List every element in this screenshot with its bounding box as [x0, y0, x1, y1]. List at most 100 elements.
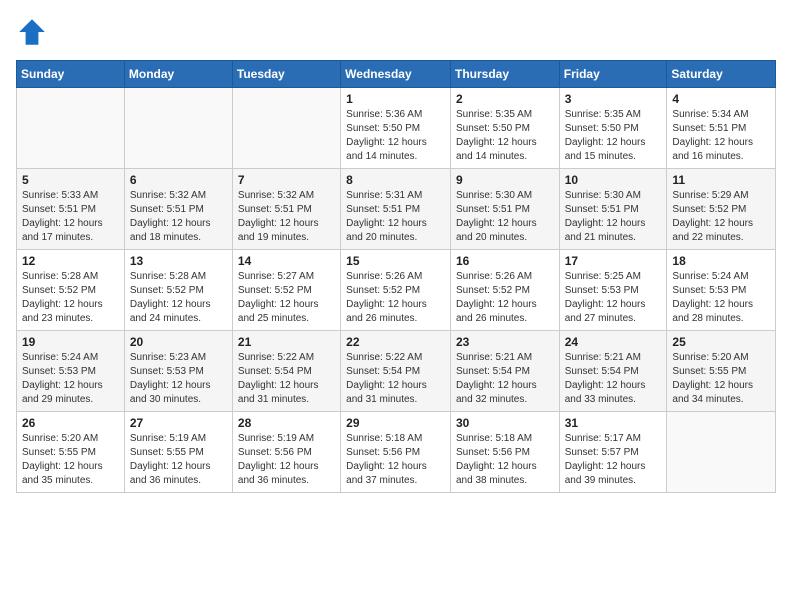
calendar-week-row: 19 Sunrise: 5:24 AM Sunset: 5:53 PM Dayli… — [17, 331, 776, 412]
day-number: 17 — [565, 254, 662, 268]
day-info: Sunrise: 5:20 AM Sunset: 5:55 PM Dayligh… — [22, 432, 119, 488]
day-number: 27 — [130, 416, 227, 430]
calendar-week-row: 12 Sunrise: 5:28 AM Sunset: 5:52 PM Dayli… — [17, 250, 776, 331]
calendar-cell: 24 Sunrise: 5:21 AM Sunset: 5:54 PM Dayli… — [559, 331, 667, 412]
day-number: 2 — [456, 92, 554, 106]
logo-icon — [16, 16, 48, 48]
day-info: Sunrise: 5:18 AM Sunset: 5:56 PM Dayligh… — [456, 432, 554, 488]
day-number: 19 — [22, 335, 119, 349]
day-number: 3 — [565, 92, 662, 106]
day-info: Sunrise: 5:21 AM Sunset: 5:54 PM Dayligh… — [456, 351, 554, 407]
calendar-cell: 30 Sunrise: 5:18 AM Sunset: 5:56 PM Dayli… — [450, 412, 559, 493]
day-number: 22 — [346, 335, 445, 349]
day-number: 29 — [346, 416, 445, 430]
calendar-cell: 17 Sunrise: 5:25 AM Sunset: 5:53 PM Dayli… — [559, 250, 667, 331]
calendar-cell — [124, 88, 232, 169]
calendar-cell: 23 Sunrise: 5:21 AM Sunset: 5:54 PM Dayli… — [450, 331, 559, 412]
calendar-cell: 18 Sunrise: 5:24 AM Sunset: 5:53 PM Dayli… — [667, 250, 776, 331]
day-info: Sunrise: 5:24 AM Sunset: 5:53 PM Dayligh… — [22, 351, 119, 407]
day-number: 8 — [346, 173, 445, 187]
day-number: 13 — [130, 254, 227, 268]
calendar-cell: 9 Sunrise: 5:30 AM Sunset: 5:51 PM Daylig… — [450, 169, 559, 250]
day-number: 1 — [346, 92, 445, 106]
day-info: Sunrise: 5:21 AM Sunset: 5:54 PM Dayligh… — [565, 351, 662, 407]
calendar-cell: 27 Sunrise: 5:19 AM Sunset: 5:55 PM Dayli… — [124, 412, 232, 493]
day-info: Sunrise: 5:26 AM Sunset: 5:52 PM Dayligh… — [346, 270, 445, 326]
day-info: Sunrise: 5:18 AM Sunset: 5:56 PM Dayligh… — [346, 432, 445, 488]
calendar-cell: 13Sunrise: 5:28 AM Sunset: 5:52 PM Dayli… — [124, 250, 232, 331]
calendar-cell: 1 Sunrise: 5:36 AM Sunset: 5:50 PM Daylig… — [341, 88, 451, 169]
day-number: 9 — [456, 173, 554, 187]
day-info: Sunrise: 5:30 AM Sunset: 5:51 PM Dayligh… — [565, 189, 662, 245]
day-of-week-header: Thursday — [450, 61, 559, 88]
day-info: Sunrise: 5:20 AM Sunset: 5:55 PM Dayligh… — [672, 351, 770, 407]
day-info: Sunrise: 5:22 AM Sunset: 5:54 PM Dayligh… — [346, 351, 445, 407]
calendar-cell: 12 Sunrise: 5:28 AM Sunset: 5:52 PM Dayli… — [17, 250, 125, 331]
day-info: Sunrise: 5:19 AM Sunset: 5:56 PM Dayligh… — [238, 432, 335, 488]
day-info: Sunrise: 5:28 AM Sunset: 5:52 PM Dayligh… — [22, 270, 119, 326]
calendar: SundayMondayTuesdayWednesdayThursdayFrid… — [16, 60, 776, 493]
day-number: 20 — [130, 335, 227, 349]
day-of-week-header: Friday — [559, 61, 667, 88]
day-of-week-header: Monday — [124, 61, 232, 88]
day-info: Sunrise: 5:27 AM Sunset: 5:52 PM Dayligh… — [238, 270, 335, 326]
day-of-week-header: Sunday — [17, 61, 125, 88]
calendar-cell: 31Sunrise: 5:17 AM Sunset: 5:57 PM Dayli… — [559, 412, 667, 493]
calendar-cell — [232, 88, 340, 169]
day-number: 7 — [238, 173, 335, 187]
calendar-cell: 6Sunrise: 5:32 AM Sunset: 5:51 PM Daylig… — [124, 169, 232, 250]
day-info: Sunrise: 5:35 AM Sunset: 5:50 PM Dayligh… — [565, 108, 662, 164]
day-number: 24 — [565, 335, 662, 349]
calendar-week-row: 1 Sunrise: 5:36 AM Sunset: 5:50 PM Daylig… — [17, 88, 776, 169]
calendar-week-row: 26Sunrise: 5:20 AM Sunset: 5:55 PM Dayli… — [17, 412, 776, 493]
calendar-cell: 28Sunrise: 5:19 AM Sunset: 5:56 PM Dayli… — [232, 412, 340, 493]
day-info: Sunrise: 5:23 AM Sunset: 5:53 PM Dayligh… — [130, 351, 227, 407]
calendar-cell: 22 Sunrise: 5:22 AM Sunset: 5:54 PM Dayli… — [341, 331, 451, 412]
day-number: 30 — [456, 416, 554, 430]
calendar-cell: 16Sunrise: 5:26 AM Sunset: 5:52 PM Dayli… — [450, 250, 559, 331]
day-info: Sunrise: 5:22 AM Sunset: 5:54 PM Dayligh… — [238, 351, 335, 407]
day-of-week-header: Tuesday — [232, 61, 340, 88]
day-info: Sunrise: 5:31 AM Sunset: 5:51 PM Dayligh… — [346, 189, 445, 245]
day-info: Sunrise: 5:29 AM Sunset: 5:52 PM Dayligh… — [672, 189, 770, 245]
calendar-week-row: 5 Sunrise: 5:33 AM Sunset: 5:51 PM Daylig… — [17, 169, 776, 250]
day-info: Sunrise: 5:33 AM Sunset: 5:51 PM Dayligh… — [22, 189, 119, 245]
day-of-week-header: Saturday — [667, 61, 776, 88]
calendar-cell — [667, 412, 776, 493]
calendar-cell: 19 Sunrise: 5:24 AM Sunset: 5:53 PM Dayli… — [17, 331, 125, 412]
day-info: Sunrise: 5:30 AM Sunset: 5:51 PM Dayligh… — [456, 189, 554, 245]
day-number: 25 — [672, 335, 770, 349]
calendar-cell: 4 Sunrise: 5:34 AM Sunset: 5:51 PM Daylig… — [667, 88, 776, 169]
calendar-cell: 15 Sunrise: 5:26 AM Sunset: 5:52 PM Dayli… — [341, 250, 451, 331]
day-info: Sunrise: 5:34 AM Sunset: 5:51 PM Dayligh… — [672, 108, 770, 164]
calendar-cell: 11 Sunrise: 5:29 AM Sunset: 5:52 PM Dayli… — [667, 169, 776, 250]
calendar-cell: 3 Sunrise: 5:35 AM Sunset: 5:50 PM Daylig… — [559, 88, 667, 169]
day-number: 11 — [672, 173, 770, 187]
day-number: 14 — [238, 254, 335, 268]
header-row: SundayMondayTuesdayWednesdayThursdayFrid… — [17, 61, 776, 88]
day-number: 4 — [672, 92, 770, 106]
calendar-cell: 8 Sunrise: 5:31 AM Sunset: 5:51 PM Daylig… — [341, 169, 451, 250]
day-info: Sunrise: 5:25 AM Sunset: 5:53 PM Dayligh… — [565, 270, 662, 326]
calendar-cell: 2Sunrise: 5:35 AM Sunset: 5:50 PM Daylig… — [450, 88, 559, 169]
day-of-week-header: Wednesday — [341, 61, 451, 88]
header — [16, 16, 776, 48]
day-info: Sunrise: 5:32 AM Sunset: 5:51 PM Dayligh… — [238, 189, 335, 245]
day-number: 15 — [346, 254, 445, 268]
calendar-cell — [17, 88, 125, 169]
day-number: 18 — [672, 254, 770, 268]
calendar-cell: 5 Sunrise: 5:33 AM Sunset: 5:51 PM Daylig… — [17, 169, 125, 250]
calendar-cell: 10 Sunrise: 5:30 AM Sunset: 5:51 PM Dayli… — [559, 169, 667, 250]
calendar-cell: 20 Sunrise: 5:23 AM Sunset: 5:53 PM Dayli… — [124, 331, 232, 412]
day-number: 12 — [22, 254, 119, 268]
day-info: Sunrise: 5:36 AM Sunset: 5:50 PM Dayligh… — [346, 108, 445, 164]
day-info: Sunrise: 5:19 AM Sunset: 5:55 PM Dayligh… — [130, 432, 227, 488]
calendar-cell: 21Sunrise: 5:22 AM Sunset: 5:54 PM Dayli… — [232, 331, 340, 412]
day-number: 5 — [22, 173, 119, 187]
day-number: 6 — [130, 173, 227, 187]
calendar-cell: 25 Sunrise: 5:20 AM Sunset: 5:55 PM Dayli… — [667, 331, 776, 412]
day-number: 10 — [565, 173, 662, 187]
day-number: 23 — [456, 335, 554, 349]
day-info: Sunrise: 5:24 AM Sunset: 5:53 PM Dayligh… — [672, 270, 770, 326]
calendar-cell: 7 Sunrise: 5:32 AM Sunset: 5:51 PM Daylig… — [232, 169, 340, 250]
